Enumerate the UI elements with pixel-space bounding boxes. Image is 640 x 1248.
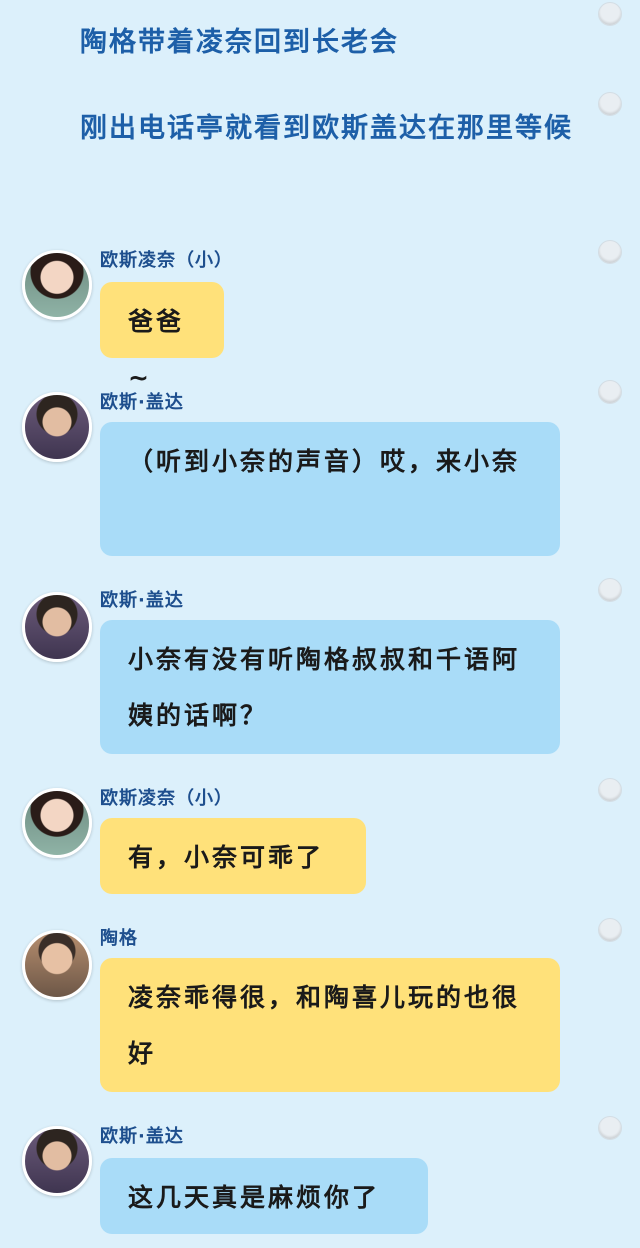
binder-ring-icon bbox=[598, 918, 622, 942]
man-avatar bbox=[22, 592, 92, 662]
speaker-name: 欧斯凌奈（小） bbox=[100, 250, 233, 271]
message-bubble: 有，小奈可乖了 bbox=[100, 818, 366, 894]
speaker-name: 欧斯·盖达 bbox=[100, 590, 184, 611]
chat-story-page: 陶格带着凌奈回到长老会 刚出电话亭就看到欧斯盖达在那里等候 欧斯凌奈（小） 爸爸… bbox=[0, 0, 640, 1248]
speaker-name: 欧斯·盖达 bbox=[100, 392, 184, 413]
message-bubble: 这几天真是麻烦你了 bbox=[100, 1158, 428, 1234]
message-bubble: 凌奈乖得很，和陶喜儿玩的也很好 bbox=[100, 958, 560, 1092]
girl-avatar bbox=[22, 788, 92, 858]
narration-line: 刚出电话亭就看到欧斯盖达在那里等候 bbox=[80, 113, 573, 144]
speaker-name: 欧斯凌奈（小） bbox=[100, 788, 233, 809]
binder-ring-icon bbox=[598, 240, 622, 264]
message-bubble: 小奈有没有听陶格叔叔和千语阿姨的话啊？ bbox=[100, 620, 560, 754]
man-avatar bbox=[22, 1126, 92, 1196]
binder-ring-icon bbox=[598, 2, 622, 26]
binder-ring-icon bbox=[598, 1116, 622, 1140]
binder-ring-icon bbox=[598, 778, 622, 802]
binder-ring-column bbox=[598, 0, 628, 1248]
binder-ring-icon bbox=[598, 578, 622, 602]
speaker-name: 欧斯·盖达 bbox=[100, 1126, 184, 1147]
message-bubble: 爸爸~ bbox=[100, 282, 224, 392]
older-man-avatar bbox=[22, 930, 92, 1000]
message-bubble: （听到小奈的声音）哎，来小奈 bbox=[100, 422, 560, 556]
girl-avatar bbox=[22, 250, 92, 320]
speaker-name: 陶格 bbox=[100, 928, 138, 949]
narration-line: 陶格带着凌奈回到长老会 bbox=[80, 27, 399, 58]
man-avatar bbox=[22, 392, 92, 462]
binder-ring-icon bbox=[598, 380, 622, 404]
